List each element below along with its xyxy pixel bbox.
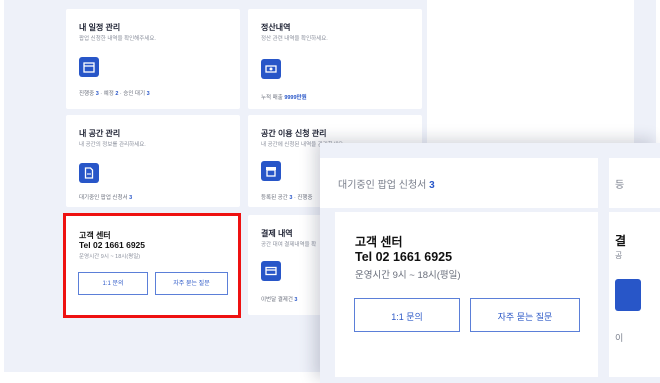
zoom-card-support: 고객 센터 Tel 02 1661 6925 운영시간 9시 ~ 18시(평일)…	[335, 212, 598, 377]
card-icon	[261, 261, 281, 281]
peek-title: 결	[615, 234, 627, 248]
store-icon	[261, 161, 281, 181]
inquiry-button[interactable]: 1:1 문의	[354, 298, 460, 332]
card-description: 내 공간의 정보를 관리하세요.	[79, 142, 146, 148]
document-icon	[79, 163, 99, 183]
peek-desc: 공	[615, 251, 623, 260]
card-title: 내 일정 관리	[79, 23, 121, 32]
card-settlement[interactable]: 정산내역 정산 관련 내역을 확인하세요. 누적 매출 9999만원	[248, 9, 422, 109]
card-title: 공간 이용 신청 관리	[261, 129, 327, 138]
card-icon	[615, 279, 641, 311]
card-space[interactable]: 내 공간 관리 내 공간의 정보를 관리하세요. 대기중인 팝업 신청서 3	[66, 115, 240, 207]
calendar-icon	[79, 57, 99, 77]
zoom-card-peek-top: 등	[609, 158, 660, 208]
zoom-card-waiting: 대기중인 팝업 신청서 3	[320, 158, 598, 208]
card-stats: 이번달 결제건 3	[261, 297, 298, 303]
card-title: 내 공간 관리	[79, 129, 121, 138]
card-description: 팝업 신청한 내역을 확인해주세요.	[79, 36, 156, 42]
zoom-card-peek-payment: 결 공 이	[609, 212, 660, 377]
support-hours: 운영시간 9시 ~ 18시(평일)	[355, 270, 461, 281]
support-phone: Tel 02 1661 6925	[355, 250, 453, 264]
peek-stat: 이	[615, 333, 624, 343]
card-description: 공간 대여 결제내역을 확	[261, 242, 317, 248]
card-stats: 대기중인 팝업 신청서 3	[79, 195, 133, 201]
card-stats: 진행중 3 · 예정 2 · 승인 대기 3	[79, 91, 150, 97]
highlight-frame	[63, 213, 241, 318]
card-stats: 누적 매출 9999만원	[261, 95, 307, 101]
card-title: 결제 내역	[261, 229, 293, 238]
money-icon	[261, 59, 281, 79]
card-description: 정산 관련 내역을 확인하세요.	[261, 36, 328, 42]
waiting-stat: 대기중인 팝업 신청서 3	[338, 180, 435, 191]
zoom-panel: 대기중인 팝업 신청서 3 등 고객 센터 Tel 02 1661 6925 운…	[320, 143, 660, 383]
card-schedule[interactable]: 내 일정 관리 팝업 신청한 내역을 확인해주세요. 진행중 3 · 예정 2 …	[66, 9, 240, 109]
peek-text: 등	[615, 180, 625, 191]
card-title: 정산내역	[261, 23, 291, 32]
faq-button[interactable]: 자주 묻는 질문	[470, 298, 580, 332]
card-stats: 등록된 공간 3 · 진행중	[261, 195, 313, 201]
support-title: 고객 센터	[355, 235, 403, 249]
